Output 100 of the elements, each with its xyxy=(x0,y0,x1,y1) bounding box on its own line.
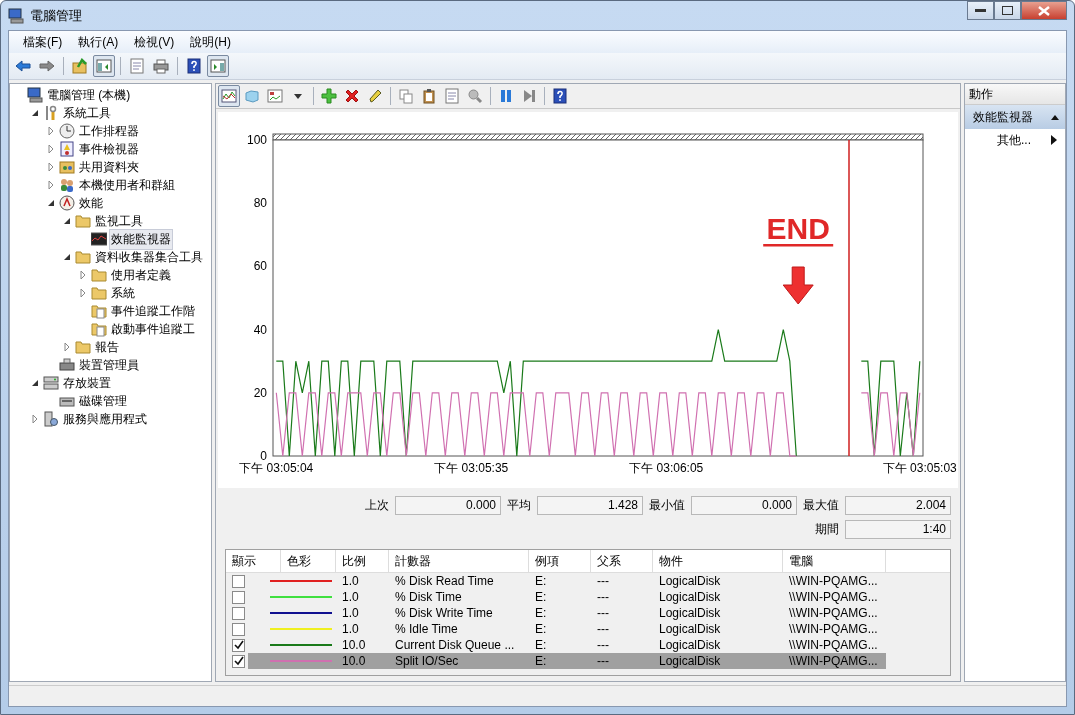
table-row[interactable]: 1.0 % Disk Time E: --- LogicalDisk \\WIN-PQAMG... xyxy=(248,589,886,605)
checkbox[interactable] xyxy=(232,622,245,636)
add-icon xyxy=(321,88,337,104)
window-title: 電腦管理 xyxy=(30,6,83,25)
x-tick-label: 下午 03:05:35 xyxy=(434,461,509,475)
table-cell-text: --- xyxy=(596,573,610,589)
table-cell-text: LogicalDisk xyxy=(658,573,722,589)
properties-icon xyxy=(444,88,460,104)
folder-icon xyxy=(75,249,91,265)
back-icon xyxy=(15,58,31,74)
table-cell-text: E: xyxy=(534,637,548,653)
table-cell-text: 10.0 xyxy=(341,653,367,669)
table-cell-text: --- xyxy=(596,605,610,621)
table-cell-text: LogicalDisk xyxy=(658,605,722,621)
table-cell-text: % Disk Write Time xyxy=(394,605,494,621)
menu-item[interactable]: 說明(H) xyxy=(182,31,239,53)
graph-icon xyxy=(91,231,107,247)
column-header[interactable]: 例項 xyxy=(529,550,591,572)
graph-view-button[interactable] xyxy=(218,85,240,107)
checkbox[interactable] xyxy=(232,638,245,652)
stat-label: 上次 xyxy=(365,497,389,514)
table-row[interactable]: 1.0 % Disk Write Time E: --- LogicalDisk \\WIN-PQAMG... xyxy=(248,605,886,621)
storage-icon xyxy=(43,375,59,391)
tree-item[interactable]: 效能監視器 xyxy=(109,228,173,250)
column-header[interactable]: 電腦 xyxy=(783,550,886,572)
table-cell-text: \\WIN-PQAMG... xyxy=(788,621,879,637)
stat-value-field: 0.000 xyxy=(691,496,797,515)
copy-icon xyxy=(398,88,414,104)
checkbox[interactable] xyxy=(232,654,245,668)
y-tick-label: 0 xyxy=(260,449,267,463)
paste-icon xyxy=(421,88,437,104)
close-icon xyxy=(1038,5,1050,16)
menu-item[interactable]: 檢視(V) xyxy=(126,31,183,53)
cube-icon xyxy=(244,88,260,104)
x-tick-label: 下午 03:06:05 xyxy=(629,461,704,475)
menu-item[interactable]: 檔案(F) xyxy=(15,31,71,53)
checkbox[interactable] xyxy=(232,590,245,604)
users-icon xyxy=(59,177,75,193)
table-row[interactable]: 1.0 % Idle Time E: --- LogicalDisk \\WIN-PQAMG... xyxy=(248,621,886,637)
action-section[interactable]: 效能監視器 xyxy=(965,105,1065,129)
step-icon xyxy=(521,88,537,104)
table-row[interactable]: 10.0 Split IO/Sec E: --- LogicalDisk \\WIN-PQAMG... xyxy=(248,653,886,669)
tools-icon xyxy=(43,105,59,121)
action-item[interactable]: 其他... xyxy=(965,129,1065,151)
table-cell-text: E: xyxy=(534,573,548,589)
highlight-icon xyxy=(367,88,383,104)
table-cell-text: % Disk Read Time xyxy=(394,573,495,589)
table-cell-text: \\WIN-PQAMG... xyxy=(788,589,879,605)
table-cell-text: E: xyxy=(534,589,548,605)
column-header[interactable]: 比例 xyxy=(336,550,389,572)
menu-item[interactable]: 執行(A) xyxy=(70,31,127,53)
checkbox[interactable] xyxy=(232,574,245,588)
table-cell-text: \\WIN-PQAMG... xyxy=(788,653,879,669)
table-cell-text: LogicalDisk xyxy=(658,637,722,653)
stat-label: 最小值 xyxy=(649,497,685,514)
stat-label: 平均 xyxy=(507,497,531,514)
table-row[interactable]: 1.0 % Disk Read Time E: --- LogicalDisk \\WIN-PQAMG... xyxy=(248,573,886,589)
table-row[interactable]: 10.0 Current Disk Queue ... E: --- LogicalDisk \\WIN-PQAMG... xyxy=(248,637,886,653)
computer-icon xyxy=(27,87,43,103)
folder-icon xyxy=(91,267,107,283)
action-label: 其他... xyxy=(997,131,1031,149)
column-header[interactable]: 父系 xyxy=(591,550,653,572)
table-cell-text: Split IO/Sec xyxy=(394,653,460,669)
pause-icon xyxy=(498,88,514,104)
forward-icon xyxy=(39,58,55,74)
action-toggle-button[interactable] xyxy=(207,55,229,77)
table-cell-text: LogicalDisk xyxy=(658,589,722,605)
minimize-button[interactable] xyxy=(967,1,994,20)
up-icon xyxy=(72,58,88,74)
folder-icon xyxy=(75,213,91,229)
minimize-icon xyxy=(975,8,986,13)
y-tick-label: 20 xyxy=(253,385,267,400)
clock-icon xyxy=(59,123,75,139)
event-icon xyxy=(59,141,75,157)
x-tick-label: 下午 03:05:04 xyxy=(239,461,314,475)
table-cell-text: LogicalDisk xyxy=(658,653,722,669)
maximize-button[interactable] xyxy=(994,1,1021,20)
table-cell-text: % Disk Time xyxy=(394,589,463,605)
stat-label: 最大值 xyxy=(803,497,839,514)
column-header[interactable]: 物件 xyxy=(653,550,783,572)
delete-icon xyxy=(344,88,360,104)
table-cell-text: --- xyxy=(596,653,610,669)
checkbox[interactable] xyxy=(232,606,245,620)
tree-toggle-button[interactable] xyxy=(93,55,115,77)
column-header[interactable]: 顯示 xyxy=(226,550,281,572)
table-cell-text: E: xyxy=(534,605,548,621)
table-cell-text: --- xyxy=(596,589,610,605)
column-header[interactable]: 計數器 xyxy=(389,550,529,572)
folder-icon xyxy=(75,339,91,355)
collapse-arrow-icon[interactable] xyxy=(1050,113,1060,121)
tree-toggle-icon xyxy=(96,58,112,74)
graph-type-icon xyxy=(267,88,283,104)
close-button[interactable] xyxy=(1021,1,1067,20)
computer-icon xyxy=(8,7,24,24)
table-cell-text: 1.0 xyxy=(341,573,360,589)
stat-value-field: 2.004 xyxy=(845,496,951,515)
table-cell-text: \\WIN-PQAMG... xyxy=(788,637,879,653)
properties-icon xyxy=(129,58,145,74)
column-header[interactable]: 色彩 xyxy=(281,550,336,572)
actions-header: 動作 xyxy=(965,84,1065,105)
